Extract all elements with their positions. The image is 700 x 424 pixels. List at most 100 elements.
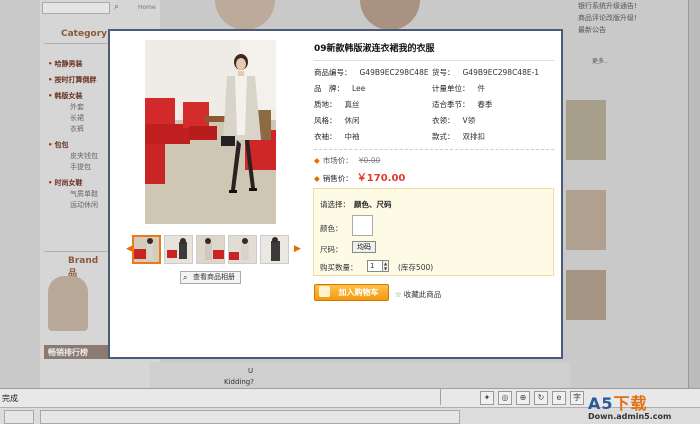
attr-label: 品 牌： <box>314 84 344 93</box>
notice-item[interactable]: 商品评论改版升级! <box>568 12 700 24</box>
attr-label: 适合季节： <box>432 100 470 109</box>
option-prompt-label: 请选择： <box>320 200 350 209</box>
subcategory-item[interactable]: 皮夹钱包 <box>48 151 110 162</box>
search-icon[interactable]: ⌕ <box>114 2 119 12</box>
category-item[interactable]: 包包 <box>48 140 110 151</box>
option-prompt: 请选择： 颜色、尺码 <box>320 199 392 210</box>
thumbnail-svg <box>197 236 224 263</box>
status-divider <box>440 389 441 405</box>
product-main-image[interactable] <box>145 40 276 224</box>
favorite-link[interactable]: ☆ 收藏此商品 <box>395 289 441 300</box>
notice-item[interactable]: 银行系统升级通告! <box>568 0 700 12</box>
thumbnail-svg <box>229 236 256 263</box>
taskbar-pane[interactable] <box>40 410 460 424</box>
attr-season: 适合季节： 春季 <box>432 99 493 110</box>
banner-text: U <box>248 367 254 375</box>
market-price-value: ¥0.00 <box>358 156 381 165</box>
bullet-icon: ◆ <box>314 156 320 165</box>
thumbnail-svg <box>261 236 288 263</box>
attr-label: 衣领： <box>432 116 455 125</box>
thumbnail-strip: ◀ ▶ <box>126 234 301 266</box>
thumbnail-svg <box>165 236 192 263</box>
attr-label: 计量单位： <box>432 84 470 93</box>
zone-icon[interactable]: ✦ <box>480 391 494 405</box>
popup-icon[interactable]: ⊕ <box>516 391 530 405</box>
search-input[interactable] <box>42 2 110 14</box>
product-image[interactable] <box>566 270 606 320</box>
more-link[interactable]: 更多.. <box>592 56 608 65</box>
sale-price-label: 销售价： <box>322 174 353 183</box>
thumbnail-image[interactable] <box>196 235 225 264</box>
quantity-input[interactable]: 1 <box>367 260 383 272</box>
ime-icon[interactable]: 字 <box>570 391 584 405</box>
attr-label: 商品编号： <box>314 68 352 77</box>
security-icon[interactable]: ◎ <box>498 391 512 405</box>
product-image[interactable] <box>566 100 606 160</box>
product-image[interactable] <box>566 190 606 250</box>
taskbar-pane[interactable] <box>4 410 34 424</box>
subcategory-item[interactable]: 长裙 <box>48 113 110 124</box>
attr-value: 中袖 <box>344 132 360 141</box>
attr-value: 双排扣 <box>462 132 486 141</box>
vertical-scrollbar[interactable] <box>688 0 700 388</box>
attr-style: 风格： 休闲 <box>314 115 360 126</box>
attr-brand: 品 牌： Lee <box>314 83 365 94</box>
category-item[interactable]: 韩版女装 <box>48 91 110 102</box>
notice-item[interactable]: 最新公告 <box>568 24 700 36</box>
watermark-brand-cn: 下载 <box>613 394 648 413</box>
attr-model: 货号： G49B9EC298C48E-1 <box>432 67 539 78</box>
color-swatch[interactable] <box>352 215 373 236</box>
size-option-button[interactable]: 均码 <box>352 241 376 253</box>
watermark-url: Down.admin5.com <box>588 412 672 421</box>
stock-text: (库存500) <box>398 263 434 272</box>
thumbnail-image[interactable] <box>132 235 161 264</box>
subcategory-item[interactable]: 运动休闲 <box>48 200 110 211</box>
attr-unit: 计量单位： 件 <box>432 83 485 94</box>
watermark-logo: A5下载 Down.admin5.com <box>588 390 700 421</box>
magnifier-icon: ⌕ <box>183 273 188 282</box>
home-link[interactable]: Home <box>138 4 156 11</box>
thumbnail-image[interactable] <box>260 235 289 264</box>
thumbnail-next-icon[interactable]: ▶ <box>294 244 301 254</box>
thumbnail-image[interactable] <box>164 235 193 264</box>
star-icon: ☆ <box>395 290 402 299</box>
attr-label: 衣袖： <box>314 132 337 141</box>
category-item[interactable]: 按时打算倒胖 <box>48 75 110 86</box>
banner-text: Kidding? <box>224 378 254 386</box>
banner-image[interactable] <box>215 0 275 30</box>
option-names: 颜色、尺码 <box>354 200 392 209</box>
attr-value: Lee <box>352 84 366 93</box>
view-album-label: 查看商品相册 <box>193 273 235 281</box>
attr-label: 风格： <box>314 116 337 125</box>
subcategory-item[interactable]: 衣裤 <box>48 124 110 135</box>
sync-icon[interactable]: ↻ <box>534 391 548 405</box>
bottom-banner <box>150 362 570 388</box>
subcategory-item[interactable]: 手提包 <box>48 162 110 173</box>
color-label: 颜色： <box>320 224 343 233</box>
thumbnail-image[interactable] <box>228 235 257 264</box>
market-price-label: 市场价： <box>322 156 353 165</box>
favorite-label: 收藏此商品 <box>403 290 442 299</box>
add-to-cart-button[interactable]: 加入购物车 <box>314 284 389 301</box>
sale-price-value: ￥170.00 <box>356 173 406 184</box>
subcategory-item[interactable]: 外套 <box>48 102 110 113</box>
subcategory-item[interactable]: 气质单鞋 <box>48 189 110 200</box>
category-item[interactable]: 时尚女鞋 <box>48 178 110 189</box>
category-heading: Category <box>44 24 110 44</box>
attr-cut: 款式： 双排扣 <box>432 131 485 142</box>
attr-collar: 衣领： V领 <box>432 115 475 126</box>
attr-value: 休闲 <box>344 116 360 125</box>
category-item[interactable]: 哈静男装 <box>48 59 110 70</box>
ie-icon[interactable]: e <box>552 391 566 405</box>
option-panel: 请选择： 颜色、尺码 颜色： 尺码： 均码 购买数量： 1 ▲ ▼ (库存500) <box>313 188 554 276</box>
attr-value: 件 <box>477 84 486 93</box>
quantity-stepper[interactable]: ▲ ▼ <box>383 260 389 272</box>
add-to-cart-label: 加入购物车 <box>338 288 379 297</box>
view-album-button[interactable]: ⌕ 查看商品相册 <box>180 271 241 284</box>
status-text: 完成 <box>2 394 18 403</box>
attr-material: 质地： 真丝 <box>314 99 360 110</box>
product-photo-svg <box>145 40 276 224</box>
brand-image[interactable] <box>48 276 88 331</box>
banner-image[interactable] <box>360 0 420 30</box>
attr-value: 真丝 <box>344 100 360 109</box>
